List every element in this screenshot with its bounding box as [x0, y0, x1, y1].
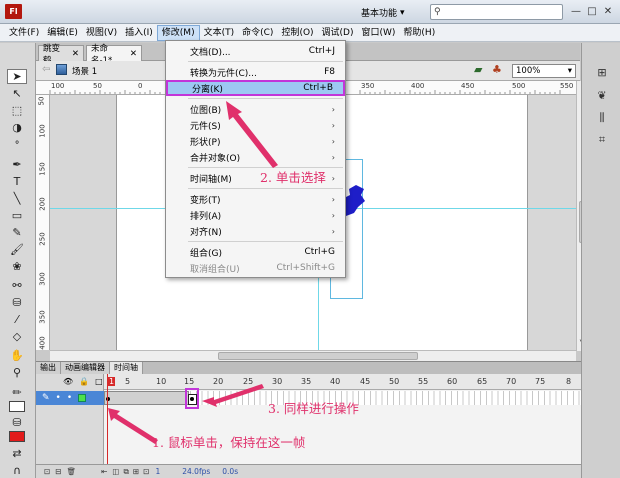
arrow-step2: [226, 101, 278, 168]
annotation-step3: 3. 同样进行操作: [268, 401, 359, 416]
arrow-step1: [108, 408, 158, 444]
annotation-step1: 1. 鼠标单击，保持在这一帧: [152, 435, 306, 450]
arrow-step3: [202, 384, 264, 407]
flash-app-window: Fl 基本功能 ▾ ⚲ — □ ✕ 文件(F) 编辑(E) 视图(V) 插入(I…: [0, 0, 620, 478]
annotation-step2: 2. 单击选择: [260, 170, 326, 185]
